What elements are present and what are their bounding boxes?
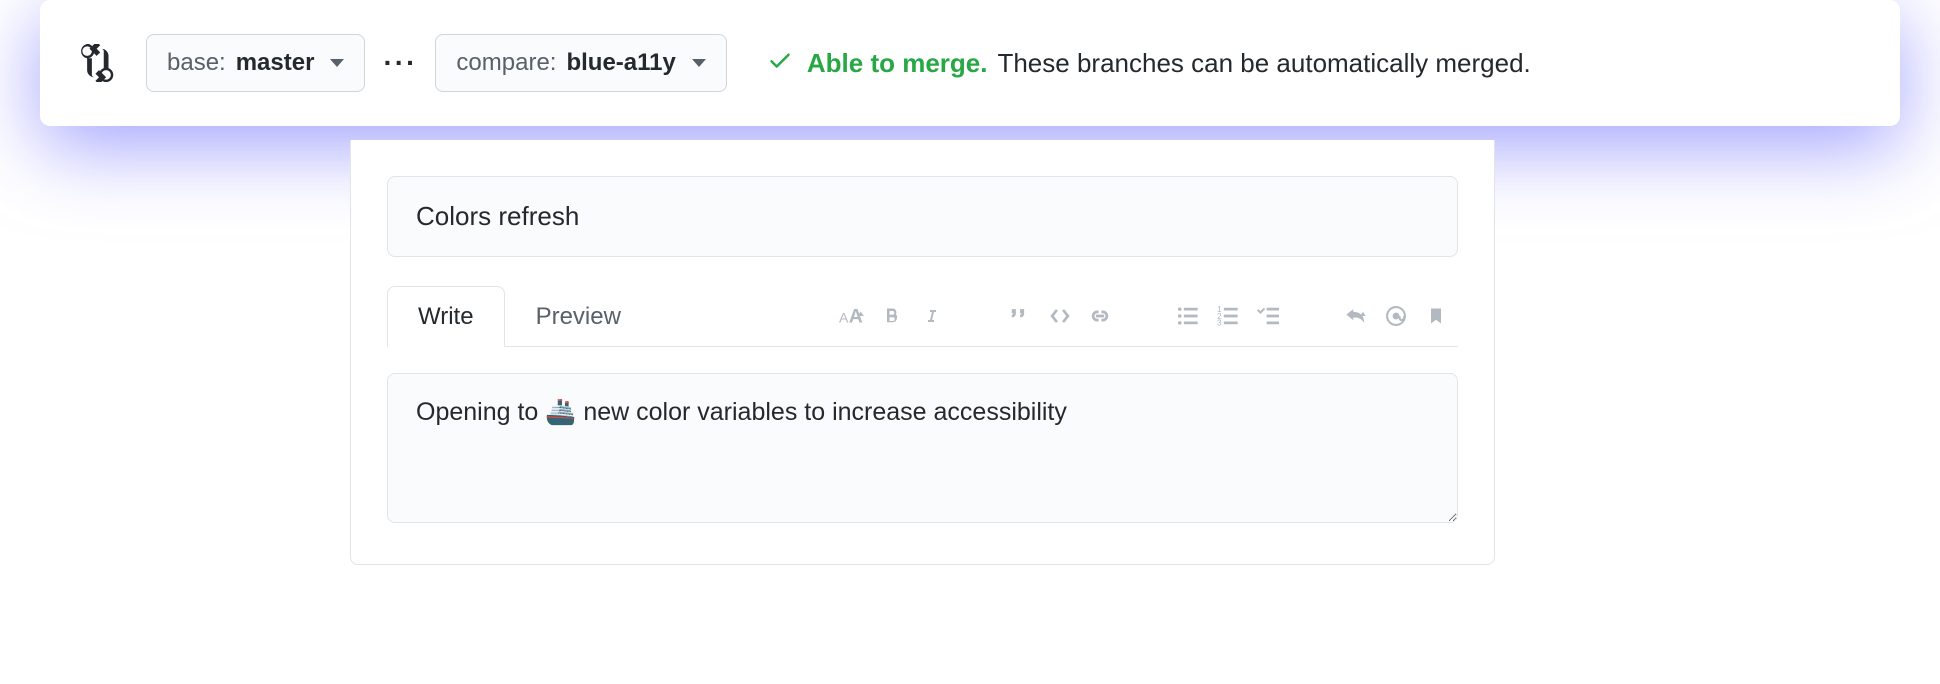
pr-body-textarea[interactable] [387,373,1458,523]
reply-icon[interactable] [1342,302,1370,330]
base-value: master [236,49,315,77]
ordered-list-icon[interactable]: 123 [1214,302,1242,330]
code-icon[interactable] [1046,302,1074,330]
pr-editor: Write Preview AA 123 [350,140,1495,565]
compare-bar: base: master ··· compare: blue-a11y Able… [40,0,1900,126]
task-list-icon[interactable] [1254,302,1282,330]
bold-icon[interactable] [878,302,906,330]
heading-icon[interactable]: AA [838,302,866,330]
git-compare-icon [80,44,118,82]
link-icon[interactable] [1086,302,1114,330]
svg-text:A: A [839,309,849,325]
caret-down-icon [692,59,706,67]
svg-text:3: 3 [1217,318,1222,326]
unordered-list-icon[interactable] [1174,302,1202,330]
merge-desc-text: These branches can be automatically merg… [997,48,1530,79]
markdown-toolbar: AA 123 [838,302,1458,330]
quote-icon[interactable] [1006,302,1034,330]
base-branch-button[interactable]: base: master [146,34,365,92]
svg-text:A: A [849,305,863,327]
merge-able-text: Able to merge. [807,48,988,79]
mention-icon[interactable] [1382,302,1410,330]
ellipsis: ··· [383,47,417,79]
bookmark-icon[interactable] [1422,302,1450,330]
check-icon [767,47,793,80]
italic-icon[interactable] [918,302,946,330]
pr-title-input[interactable] [387,176,1458,257]
editor-tabs: Write Preview AA 123 [387,285,1458,347]
compare-branch-button[interactable]: compare: blue-a11y [435,34,726,92]
compare-label: compare: [456,49,556,77]
caret-down-icon [330,59,344,67]
tab-preview[interactable]: Preview [505,286,652,347]
compare-value: blue-a11y [566,49,675,77]
base-label: base: [167,49,226,77]
merge-status: Able to merge. These branches can be aut… [767,47,1531,80]
tab-write[interactable]: Write [387,286,505,347]
